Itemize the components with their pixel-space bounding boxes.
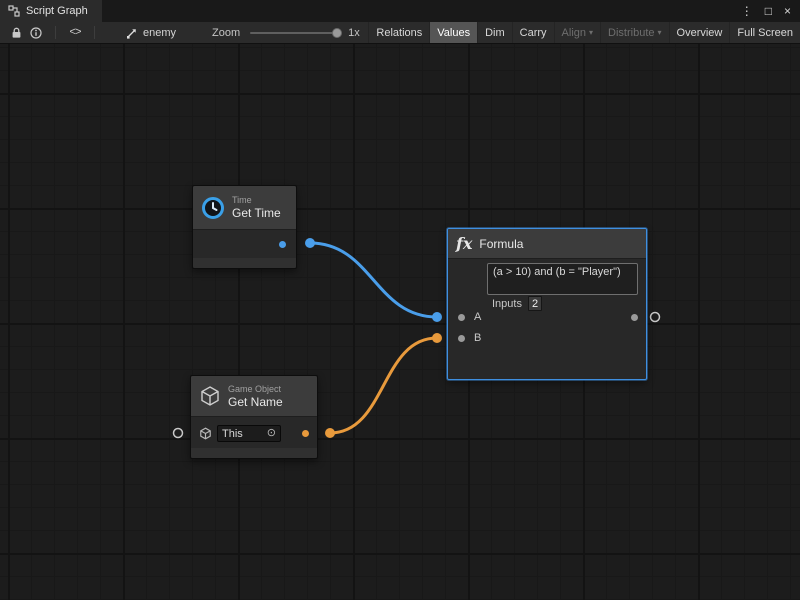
info-icon[interactable] bbox=[26, 22, 46, 43]
distribute-button[interactable]: Distribute ▾ bbox=[600, 22, 668, 43]
tab-title: Script Graph bbox=[26, 5, 88, 17]
getname-target-ring[interactable] bbox=[174, 429, 183, 438]
node-formula[interactable]: fx Formula (a > 10) and (b = "Player") I… bbox=[447, 228, 647, 380]
target-object-dropdown[interactable]: This ⊙ bbox=[217, 425, 281, 442]
gettime-output-port[interactable] bbox=[279, 241, 286, 248]
node-titles: Time Get Time bbox=[232, 195, 281, 220]
cube-icon-small bbox=[199, 427, 212, 440]
formula-expression-input[interactable]: (a > 10) and (b = "Player") bbox=[487, 263, 638, 295]
align-button[interactable]: Align ▾ bbox=[554, 22, 600, 43]
wire-endpoint-blue[interactable] bbox=[432, 312, 442, 322]
graph-name: enemy bbox=[143, 27, 176, 39]
toolbar-buttons: Relations Values Dim Carry Align ▾ Distr… bbox=[368, 22, 800, 43]
button-label: Relations bbox=[376, 27, 422, 39]
formula-output-port[interactable] bbox=[631, 314, 638, 321]
chevron-down-icon: ▾ bbox=[658, 29, 662, 37]
menu-kebab-icon[interactable]: ⋮ bbox=[741, 0, 753, 22]
button-label: Dim bbox=[485, 27, 505, 39]
relations-button[interactable]: Relations bbox=[368, 22, 429, 43]
node-footer bbox=[193, 258, 296, 268]
clock-icon bbox=[201, 196, 225, 220]
formula-fx-icon: fx bbox=[456, 234, 472, 253]
button-label: Overview bbox=[677, 27, 723, 39]
node-titles: Game Object Get Name bbox=[228, 384, 283, 409]
node-footer bbox=[191, 448, 317, 458]
node-get-time[interactable]: Time Get Time bbox=[192, 185, 297, 269]
wires-layer bbox=[0, 44, 800, 600]
wire-endpoint-orange[interactable] bbox=[432, 333, 442, 343]
node-category: Time bbox=[232, 195, 281, 206]
cube-icon bbox=[199, 385, 221, 407]
node-category: Game Object bbox=[228, 384, 283, 395]
script-graph-window: Script Graph ⋮ □ × <> bbox=[0, 0, 800, 600]
graph-asset-icon bbox=[126, 27, 138, 39]
button-label: Align bbox=[562, 27, 586, 39]
toolbar-divider bbox=[94, 26, 95, 39]
inputs-label: Inputs bbox=[492, 298, 522, 310]
toolbar: <> enemy Zoom 1x Relations Values bbox=[0, 22, 800, 44]
port-label: B bbox=[474, 332, 481, 344]
chevron-down-icon: ▾ bbox=[589, 29, 593, 37]
formula-port-row-a: A bbox=[448, 309, 646, 327]
getname-target-row: This ⊙ bbox=[191, 417, 317, 450]
titlebar: Script Graph ⋮ □ × bbox=[0, 0, 800, 22]
graph-breadcrumb[interactable]: enemy bbox=[126, 27, 176, 39]
wire-endpoint-blue[interactable] bbox=[305, 238, 315, 248]
graph-canvas[interactable]: Time Get Time fx Formula (a > 10) and (b… bbox=[0, 44, 800, 600]
lock-icon[interactable] bbox=[6, 22, 26, 43]
carry-button[interactable]: Carry bbox=[512, 22, 554, 43]
node-title: Get Time bbox=[232, 206, 281, 220]
node-header[interactable]: Time Get Time bbox=[193, 186, 296, 230]
script-graph-icon bbox=[8, 5, 20, 17]
target-value: This bbox=[222, 428, 243, 440]
button-label: Values bbox=[437, 27, 470, 39]
maximize-icon[interactable]: □ bbox=[765, 0, 772, 22]
node-header[interactable]: fx Formula bbox=[448, 229, 646, 259]
window-controls: ⋮ □ × bbox=[741, 0, 800, 22]
object-picker-icon[interactable]: ⊙ bbox=[267, 428, 276, 439]
zoom-slider-handle[interactable] bbox=[332, 28, 342, 38]
getname-output-port[interactable] bbox=[302, 430, 309, 437]
zoom-label: Zoom bbox=[212, 27, 240, 39]
node-title: Get Name bbox=[228, 395, 283, 409]
button-label: Full Screen bbox=[737, 27, 793, 39]
button-label: Carry bbox=[520, 27, 547, 39]
tab-script-graph[interactable]: Script Graph bbox=[0, 0, 102, 22]
fullscreen-button[interactable]: Full Screen bbox=[729, 22, 800, 43]
wire-endpoint-orange[interactable] bbox=[325, 428, 335, 438]
zoom-value: 1x bbox=[348, 27, 360, 39]
connection-gettime-to-formula[interactable] bbox=[310, 243, 437, 317]
close-icon[interactable]: × bbox=[784, 0, 791, 22]
button-label: Distribute bbox=[608, 27, 654, 39]
formula-input-a-port[interactable] bbox=[458, 314, 465, 321]
toolbar-divider bbox=[55, 26, 56, 39]
formula-port-row-b: B bbox=[448, 330, 646, 348]
code-icon[interactable]: <> bbox=[65, 22, 85, 43]
node-header[interactable]: Game Object Get Name bbox=[191, 376, 317, 417]
formula-output-ring[interactable] bbox=[651, 313, 660, 322]
port-label: A bbox=[474, 311, 481, 323]
connection-getname-to-formula[interactable] bbox=[330, 338, 437, 433]
formula-input-b-port[interactable] bbox=[458, 335, 465, 342]
overview-button[interactable]: Overview bbox=[669, 22, 730, 43]
node-get-name[interactable]: Game Object Get Name This ⊙ bbox=[190, 375, 318, 459]
zoom-slider[interactable] bbox=[250, 32, 338, 34]
dim-button[interactable]: Dim bbox=[477, 22, 512, 43]
values-button[interactable]: Values bbox=[429, 22, 477, 43]
node-title: Formula bbox=[479, 237, 523, 251]
